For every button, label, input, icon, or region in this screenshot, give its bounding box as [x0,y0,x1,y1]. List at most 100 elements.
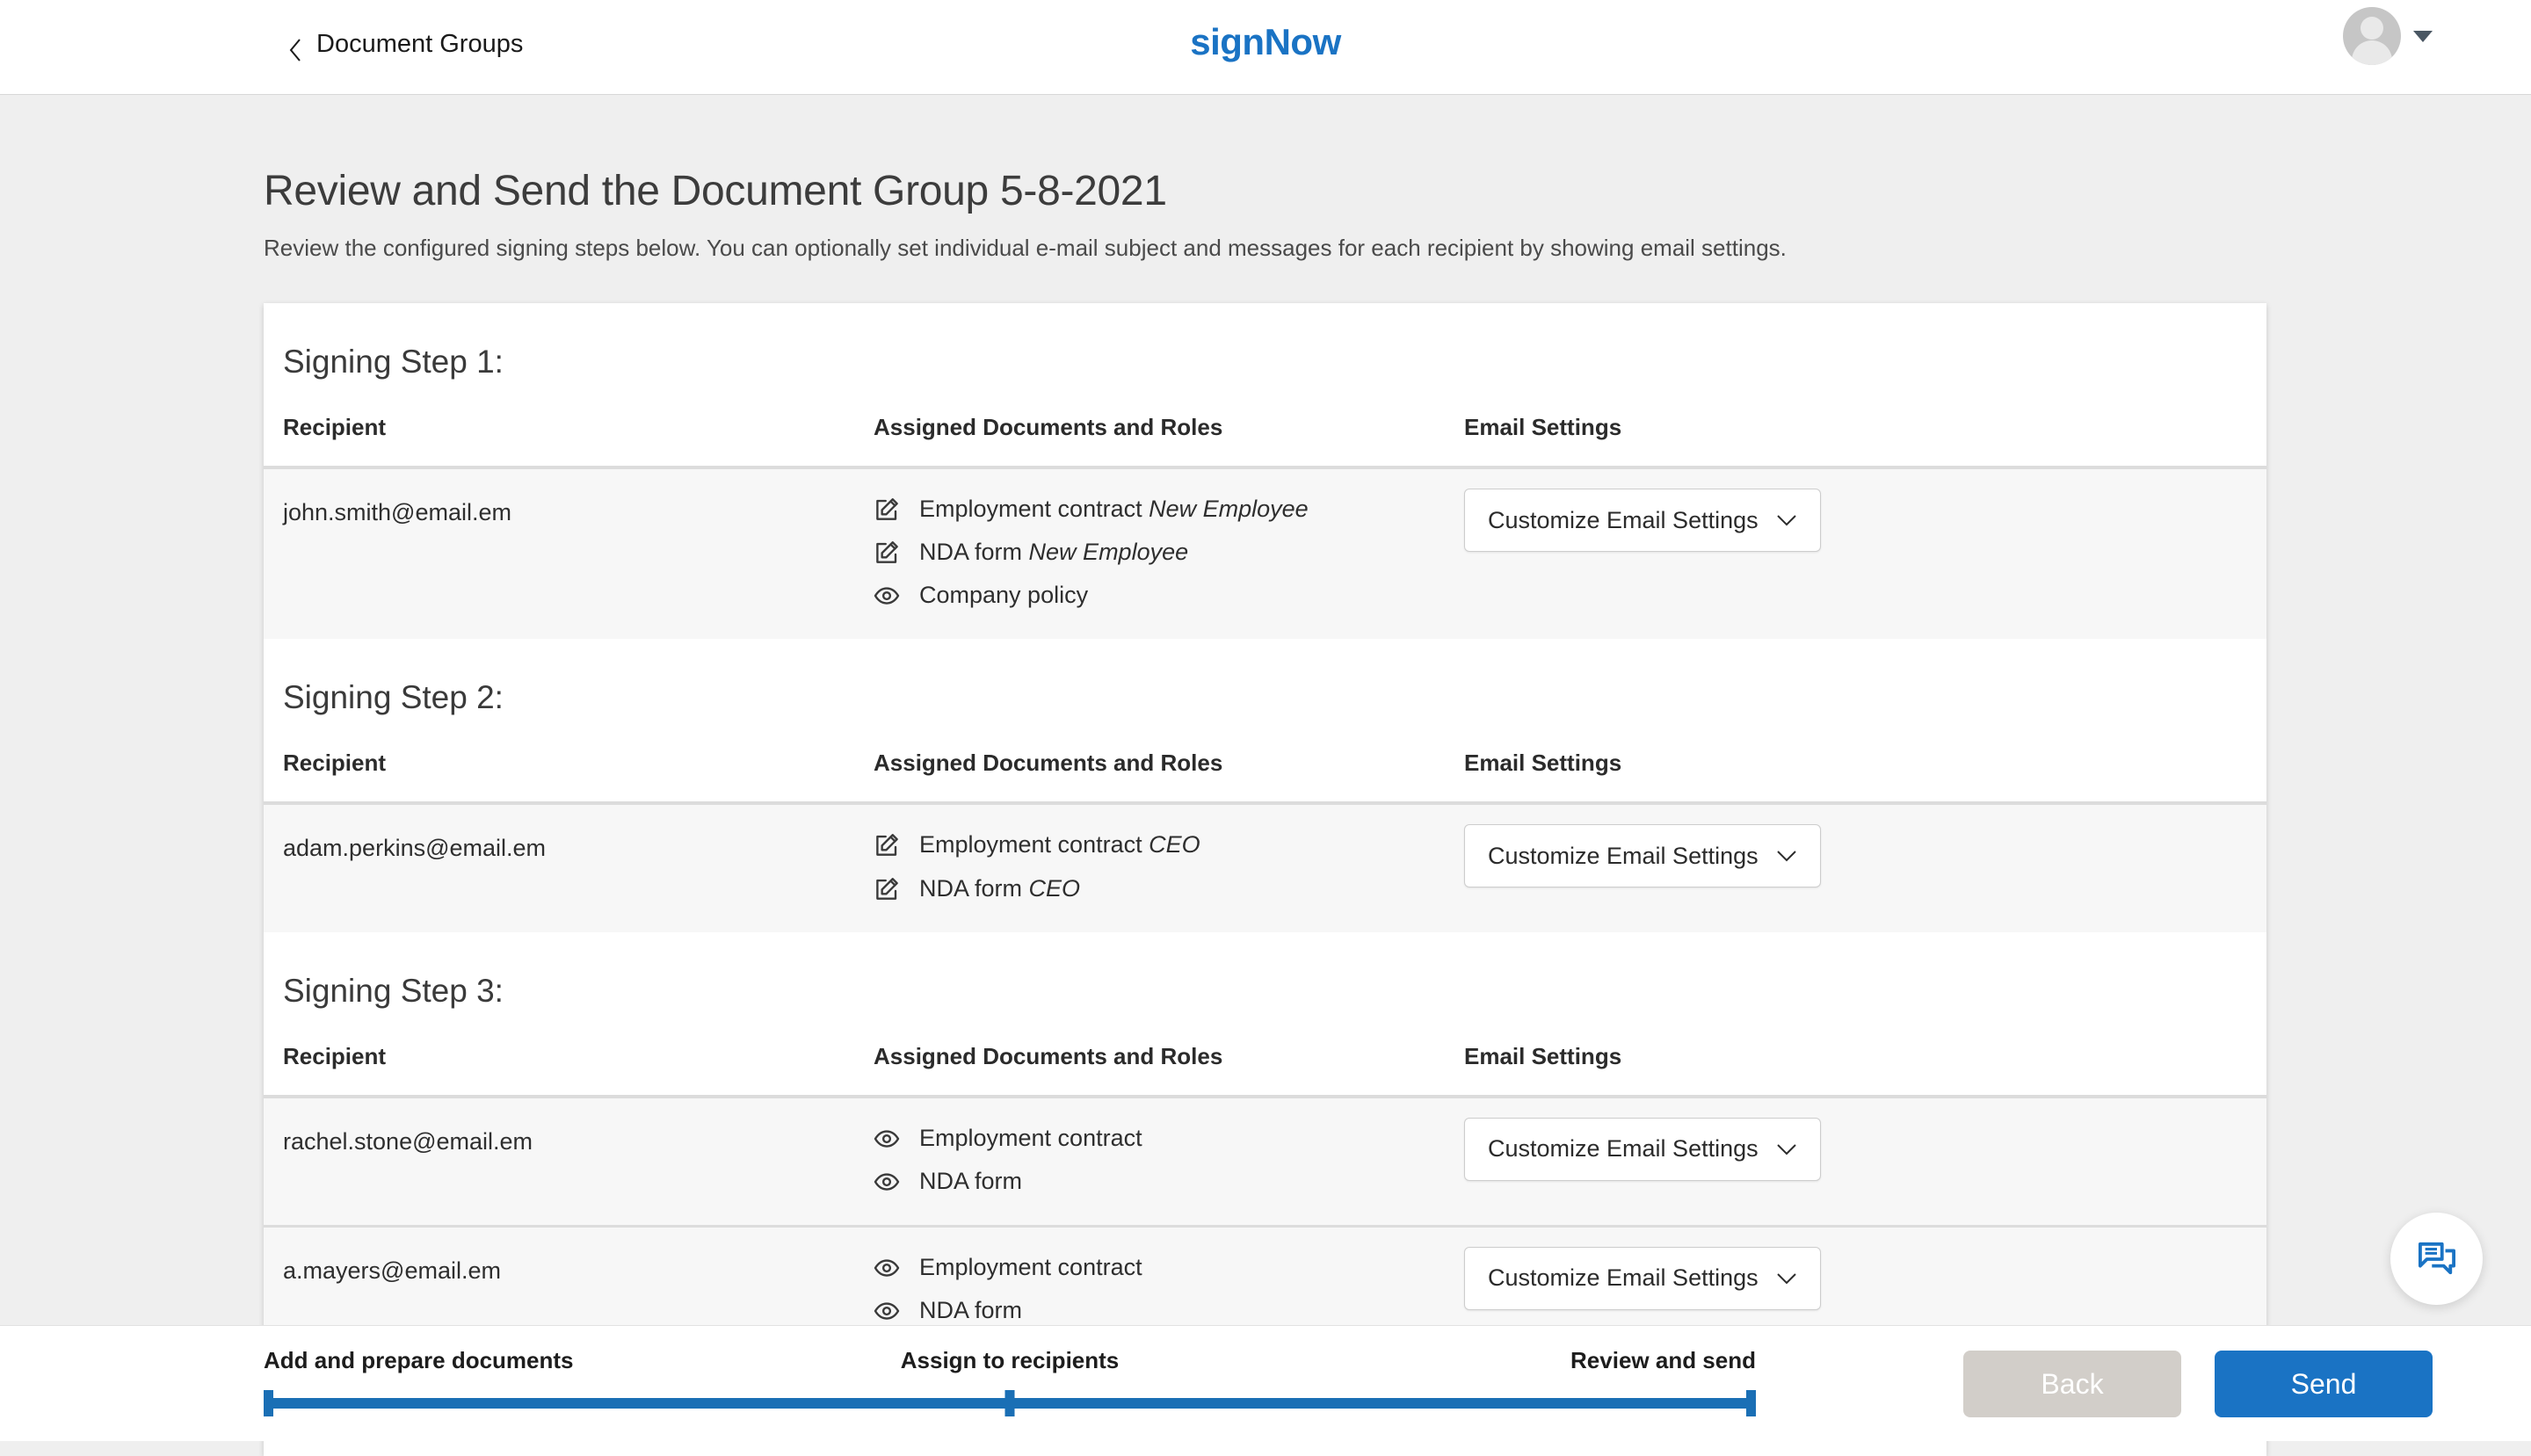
recipient-email: john.smith@email.em [264,467,854,639]
column-header-documents: Assigned Documents and Roles [854,727,1445,803]
email-settings-cell: Customize Email Settings [1445,1097,2266,1227]
assigned-document-item: NDA form [874,1293,1445,1328]
eye-view-icon [874,1169,900,1195]
sign-document-icon [874,832,900,858]
wizard-tick-2 [1005,1390,1015,1416]
assigned-document-text: NDA form CEO [919,872,1080,906]
assigned-document-text: NDA form [919,1293,1022,1328]
eye-view-icon [874,583,900,609]
assigned-document-text: Employment contract [919,1250,1142,1285]
assigned-documents-cell: Employment contract NDA form [854,1097,1445,1227]
assigned-document-item: Employment contract [874,1121,1445,1155]
document-name: Company policy [919,582,1088,608]
account-menu[interactable] [2343,7,2433,65]
sign-document-icon [874,496,900,523]
footer-actions: Back Send [1963,1351,2433,1417]
assigned-document-item: Employment contract [874,1250,1445,1285]
document-role: CEO [1029,875,1081,902]
column-header-documents: Assigned Documents and Roles [854,1020,1445,1097]
customize-email-settings-button[interactable]: Customize Email Settings [1464,824,1821,887]
table-row: rachel.stone@email.emEmployment contract… [264,1097,2266,1227]
signing-step: Signing Step 2: RecipientAssigned Documen… [264,639,2266,931]
assigned-document-item: Company policy [874,578,1445,612]
wizard-progress: Add and prepare documents Assign to reci… [264,1347,1756,1409]
document-role: CEO [1149,831,1200,858]
email-settings-cell: Customize Email Settings [1445,467,2266,639]
wizard-tick-3 [1746,1390,1756,1416]
assigned-document-text: Employment contract New Employee [919,492,1309,526]
page-title: Review and Send the Document Group 5-8-2… [264,167,2285,215]
back-button[interactable]: Back [1963,1351,2181,1417]
chevron-down-icon [1776,1143,1797,1155]
chat-bubble-icon [2417,1241,2457,1278]
table-row: john.smith@email.em Employment contract N… [264,467,2266,639]
recipient-email: rachel.stone@email.em [264,1097,854,1227]
back-to-document-groups-link[interactable]: Document Groups [288,30,523,59]
recipient-email: adam.perkins@email.em [264,803,854,931]
document-role: New Employee [1149,496,1309,522]
document-name: Employment contract [919,831,1142,858]
customize-email-settings-button[interactable]: Customize Email Settings [1464,489,1821,552]
signing-step-title: Signing Step 3: [264,932,2266,1010]
assigned-documents-list: Employment contract CEONDA form CEO [874,828,1445,905]
page-subtitle: Review the configured signing steps belo… [264,235,2285,262]
email-settings-cell: Customize Email Settings [1445,803,2266,931]
table-row: adam.perkins@email.em Employment contract… [264,803,2266,931]
user-avatar-icon [2343,7,2401,65]
assigned-documents-list: Employment contract NDA form [874,1250,1445,1328]
caret-down-icon [2413,31,2433,42]
recipients-table: RecipientAssigned Documents and RolesEma… [264,1020,2266,1355]
assigned-documents-cell: Employment contract CEONDA form CEO [854,803,1445,931]
customize-email-settings-label: Customize Email Settings [1488,1264,1759,1292]
column-header-email-settings: Email Settings [1445,1020,2266,1097]
footer-bar: Add and prepare documents Assign to reci… [0,1325,2531,1441]
customize-email-settings-button[interactable]: Customize Email Settings [1464,1247,1821,1310]
chat-support-button[interactable] [2390,1213,2483,1305]
column-header-recipient: Recipient [264,1020,854,1097]
customize-email-settings-button[interactable]: Customize Email Settings [1464,1118,1821,1181]
signing-step-title: Signing Step 2: [264,639,2266,716]
document-name: Employment contract [919,496,1142,522]
wizard-step-label-2: Assign to recipients [901,1347,1120,1374]
document-name: NDA form [919,1168,1022,1194]
column-header-email-settings: Email Settings [1445,727,2266,803]
eye-view-icon [874,1126,900,1152]
wizard-step-label-1: Add and prepare documents [264,1347,574,1374]
chevron-down-icon [1776,850,1797,862]
send-button[interactable]: Send [2215,1351,2433,1417]
chevron-down-icon [1776,514,1797,526]
assigned-document-text: Employment contract [919,1121,1142,1155]
column-header-email-settings: Email Settings [1445,391,2266,467]
column-header-documents: Assigned Documents and Roles [854,391,1445,467]
signing-steps-container: Signing Step 1:RecipientAssigned Documen… [264,303,2266,1354]
wizard-step-label-3: Review and send [1570,1347,1756,1374]
signing-step: Signing Step 3: RecipientAssigned Documen… [264,932,2266,1355]
document-name: NDA form [919,1297,1022,1323]
eye-view-icon [874,1255,900,1281]
assigned-document-text: NDA form New Employee [919,535,1188,569]
wizard-progress-track [264,1398,1756,1409]
document-name: NDA form [919,539,1022,565]
recipients-table: RecipientAssigned Documents and RolesEma… [264,391,2266,639]
document-name: Employment contract [919,1125,1142,1151]
document-name: Employment contract [919,1254,1142,1280]
assigned-document-item: NDA form CEO [874,872,1445,906]
document-name: NDA form [919,875,1022,902]
chevron-down-icon [1776,1272,1797,1285]
assigned-document-item: NDA form New Employee [874,535,1445,569]
customize-email-settings-label: Customize Email Settings [1488,1135,1759,1163]
eye-view-icon [874,1298,900,1324]
recipients-table: RecipientAssigned Documents and RolesEma… [264,727,2266,931]
assigned-document-text: NDA form [919,1164,1022,1199]
back-link-label: Document Groups [316,30,523,59]
customize-email-settings-label: Customize Email Settings [1488,843,1759,870]
wizard-tick-1 [264,1390,273,1416]
signing-step-title: Signing Step 1: [264,303,2266,380]
assigned-document-text: Employment contract CEO [919,828,1200,862]
assigned-document-item: Employment contract CEO [874,828,1445,862]
signing-steps-card: Signing Step 1:RecipientAssigned Documen… [264,303,2266,1456]
assigned-documents-cell: Employment contract New EmployeeNDA form… [854,467,1445,639]
customize-email-settings-label: Customize Email Settings [1488,507,1759,534]
document-role: New Employee [1029,539,1189,565]
top-bar: Document Groups signNow [0,0,2531,95]
